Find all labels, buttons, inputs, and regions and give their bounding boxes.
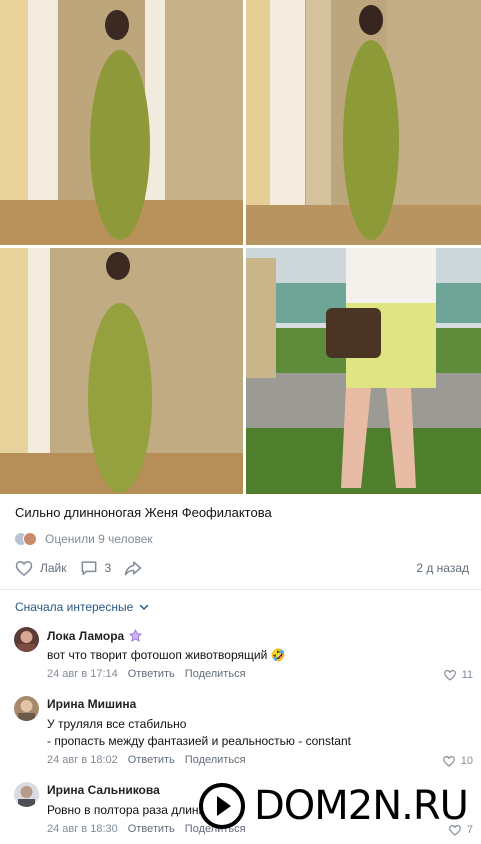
comment-date[interactable]: 24 авг в 17:14 [47,668,118,680]
comment-text-line: У труляля все стабильно [47,717,187,731]
photo-1[interactable] [0,0,243,245]
comments-button[interactable]: 3 [79,558,112,578]
share-link[interactable]: Поделиться [185,668,246,680]
chevron-down-icon [140,604,149,611]
author-name: Ирина Сальникова [47,783,160,797]
comment-text: вот что творит фотошоп животворящий 🤣 [47,648,286,662]
post-time[interactable]: 2 д назад [416,561,469,575]
divider [0,589,481,590]
comment-like-button[interactable]: 11 [443,668,473,682]
comment-text-line: - пропасть между фантазией и реальностью… [47,734,351,748]
heart-icon [443,670,456,681]
comment-icon [81,561,96,575]
comment-meta: 24 авг в 18:02 Ответить Поделиться [47,754,256,766]
comment: Ирина Мишина У труляля все стабильно - п… [0,696,481,770]
avatar [23,532,37,546]
share-link[interactable]: Поделиться [185,754,246,766]
like-label: Лайк [40,561,67,575]
photo-2[interactable] [246,0,481,245]
comments-sort-dropdown[interactable]: Сначала интересные [15,600,150,614]
comment-date[interactable]: 24 авг в 18:30 [47,823,118,835]
comment: Лока Ламора вот что творит фотошоп живот… [0,627,481,687]
comment-date[interactable]: 24 авг в 18:02 [47,754,118,766]
watermark-text: DOM2N.RU [254,783,469,829]
comment-text: Ровно в полтора раза длинн :) [47,803,216,817]
avatar[interactable] [14,696,39,721]
rated-count-text: Оценили 9 человек [45,532,153,546]
reply-button[interactable]: Ответить [128,754,175,766]
reply-button[interactable]: Ответить [128,823,175,835]
comment-author[interactable]: Ирина Мишина [47,697,136,711]
comment-author[interactable]: Ирина Сальникова [47,783,160,797]
like-count: 10 [460,755,473,767]
avatar[interactable] [14,627,39,652]
post-text: Сильно длинноногая Женя Феофилактова [15,505,272,520]
play-icon [199,783,245,829]
heart-icon [442,756,455,767]
like-count: 11 [461,669,473,681]
rated-by[interactable]: Оценили 9 человек [14,531,153,547]
watermark-logo: DOM2N.RU [198,778,469,834]
sort-label: Сначала интересные [15,600,134,614]
author-name: Ирина Мишина [47,697,137,711]
photo-4[interactable] [246,248,481,494]
photo-3[interactable] [0,248,243,494]
share-icon [124,561,142,576]
like-button[interactable]: Лайк [14,558,67,578]
comment-like-button[interactable]: 10 [442,754,473,768]
reply-button[interactable]: Ответить [128,668,175,680]
post-actions: Лайк 3 2 д назад [14,558,476,578]
badge-icon [129,629,143,642]
photo-gallery [0,0,481,494]
avatar[interactable] [14,782,39,807]
share-button[interactable] [123,558,143,578]
heart-icon [15,560,33,577]
comments-count: 3 [104,561,112,575]
comment-meta: 24 авг в 17:14 Ответить Поделиться [47,668,256,680]
comment-author[interactable]: Лока Ламора [47,628,143,643]
author-name: Лока Ламора [47,628,125,643]
